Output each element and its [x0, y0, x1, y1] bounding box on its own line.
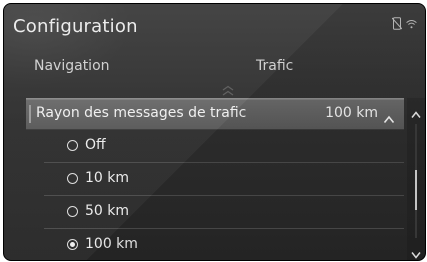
- page-title: Configuration: [13, 16, 138, 37]
- selection-indicator: [29, 105, 31, 123]
- radius-option-label: Off: [85, 137, 106, 153]
- radius-option[interactable]: 50 km: [44, 196, 404, 229]
- scroll-down-icon[interactable]: [411, 244, 421, 260]
- radius-option-label: 10 km: [85, 170, 130, 186]
- radius-option[interactable]: 10 km: [44, 163, 404, 196]
- phone-off-icon: [392, 17, 402, 30]
- tab-trafic[interactable]: Trafic: [256, 58, 293, 74]
- status-bar: [392, 17, 417, 30]
- wifi-icon: [406, 19, 417, 29]
- radius-option[interactable]: Off: [44, 130, 404, 163]
- scroll-track[interactable]: [415, 124, 417, 238]
- setting-value: 100 km: [325, 105, 378, 121]
- chevron-up-icon: [383, 109, 395, 128]
- radius-option-label: 50 km: [85, 203, 130, 219]
- radio-icon[interactable]: [67, 206, 78, 217]
- scrollbar[interactable]: [407, 98, 425, 260]
- radius-option-label: 100 km: [85, 236, 138, 252]
- radius-options-list: Off 10 km 50 km 100 km: [44, 130, 404, 260]
- screen-frame: Configuration Navigation Trafic Rayon de…: [3, 3, 426, 261]
- traffic-radius-setting[interactable]: Rayon des messages de trafic 100 km: [26, 98, 404, 130]
- scroll-thumb[interactable]: [415, 170, 417, 210]
- radio-icon[interactable]: [67, 140, 78, 151]
- radio-icon[interactable]: [67, 173, 78, 184]
- tab-navigation[interactable]: Navigation: [34, 58, 110, 74]
- radius-option[interactable]: 100 km: [44, 229, 404, 260]
- setting-label: Rayon des messages de trafic: [36, 105, 247, 121]
- tab-bar: Navigation Trafic: [4, 58, 425, 80]
- radio-selected-icon[interactable]: [67, 239, 78, 250]
- scroll-up-icon[interactable]: [411, 104, 421, 123]
